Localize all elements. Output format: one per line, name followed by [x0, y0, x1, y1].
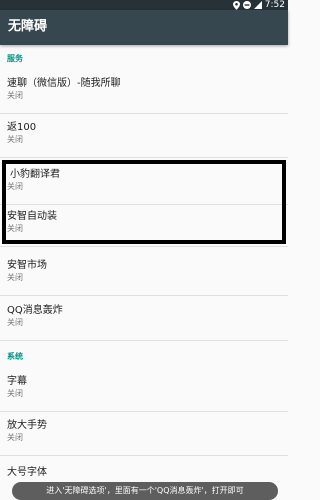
item-title: 字幕: [7, 376, 27, 387]
item-status: 关闭: [7, 182, 23, 191]
system-item-captions[interactable]: 字幕 关闭: [0, 368, 288, 412]
service-item-anzhi-market[interactable]: 安智市场 关闭: [0, 252, 288, 296]
item-title: 安智市场: [7, 260, 47, 271]
item-title: 安智自动装: [7, 211, 57, 222]
item-status: 关闭: [7, 273, 23, 282]
do-not-disturb-icon: [242, 1, 251, 9]
item-status: 关闭: [7, 135, 23, 144]
section-header-services: 服务: [7, 54, 23, 63]
item-title: 大号字体: [7, 467, 47, 478]
item-title: 返100: [7, 122, 37, 133]
service-item-xiaobao-translator[interactable]: 小豹翻译君 关闭: [0, 161, 288, 205]
item-status: 关闭: [7, 433, 23, 442]
service-item-fan100[interactable]: 返100 关闭: [0, 114, 288, 158]
item-title: 小豹翻译君: [10, 169, 60, 180]
item-status: 关闭: [7, 318, 23, 327]
location-icon: [232, 0, 240, 10]
item-status: 关闭: [7, 224, 23, 233]
item-title: 放大手势: [7, 420, 47, 431]
service-item-anzhi-autoinstall[interactable]: 安智自动装 关闭: [0, 203, 288, 247]
system-item-magnification[interactable]: 放大手势 关闭: [0, 412, 288, 456]
item-status: 关闭: [7, 389, 23, 398]
item-title: 速聊（微信版）-随我所聊: [7, 78, 121, 89]
item-status: 关闭: [7, 91, 23, 100]
toast-message: 进入'无障碍选项'，里面有一个'QQ消息轰炸'，打开即可: [12, 482, 278, 500]
status-icons: 7:52: [232, 0, 285, 10]
page-title: 无障碍: [8, 19, 48, 34]
status-time: 7:52: [264, 0, 285, 10]
signal-icon: [253, 1, 262, 9]
app-bar: 无障碍: [0, 10, 288, 45]
section-header-system: 系统: [7, 352, 23, 361]
item-title: QQ消息轰炸: [7, 305, 63, 316]
service-item-suliao[interactable]: 速聊（微信版）-随我所聊 关闭: [0, 70, 288, 114]
status-bar: 7:52: [0, 0, 288, 10]
service-item-qq-bomber[interactable]: QQ消息轰炸 关闭: [0, 297, 288, 341]
